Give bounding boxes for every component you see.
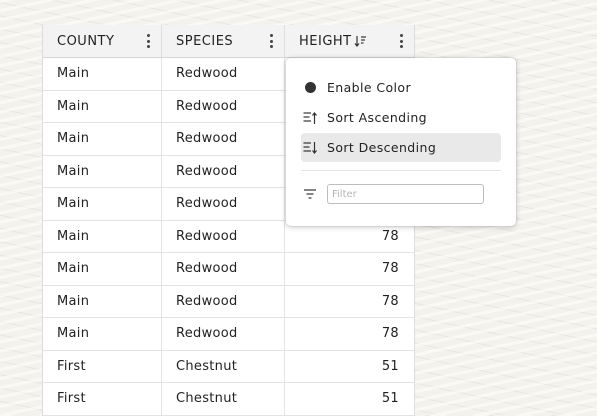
- column-header-species[interactable]: SPECIES: [162, 25, 285, 57]
- sort-ascending-icon: [303, 111, 317, 125]
- column-menu-icon[interactable]: [145, 33, 151, 49]
- species-cell[interactable]: Redwood: [162, 253, 285, 285]
- column-header-county[interactable]: COUNTY: [43, 25, 162, 57]
- county-cell[interactable]: Main: [43, 285, 162, 317]
- county-cell[interactable]: Main: [43, 90, 162, 122]
- county-cell[interactable]: Main: [43, 155, 162, 187]
- county-cell[interactable]: Main: [43, 253, 162, 285]
- column-menu-popup: Enable Color Sort Ascending Sort Descend…: [286, 58, 516, 226]
- column-menu-icon[interactable]: [268, 33, 274, 49]
- species-cell[interactable]: Redwood: [162, 188, 285, 220]
- sort-descending-menu-item[interactable]: Sort Descending: [301, 133, 501, 162]
- column-header-height[interactable]: HEIGHT: [285, 25, 414, 57]
- species-cell[interactable]: Redwood: [162, 285, 285, 317]
- table-row[interactable]: MainRedwood78: [43, 253, 414, 286]
- filled-circle-icon: [303, 81, 317, 95]
- species-cell[interactable]: Redwood: [162, 318, 285, 350]
- sort-descending-icon: [303, 141, 317, 155]
- table-row[interactable]: First Chestnut 51: [43, 383, 414, 416]
- height-cell[interactable]: 78: [285, 253, 414, 285]
- column-header-label: COUNTY: [57, 33, 115, 49]
- height-cell[interactable]: 78: [285, 318, 414, 350]
- table-row[interactable]: MainRedwood78: [43, 285, 414, 318]
- filter-input[interactable]: [327, 184, 484, 204]
- menu-item-label: Sort Ascending: [327, 110, 428, 125]
- table-row[interactable]: First Chestnut 51: [43, 350, 414, 383]
- species-cell[interactable]: Chestnut: [162, 383, 285, 415]
- enable-color-menu-item[interactable]: Enable Color: [301, 73, 501, 102]
- species-cell[interactable]: Redwood: [162, 123, 285, 155]
- county-cell[interactable]: Main: [43, 318, 162, 350]
- county-cell[interactable]: First: [43, 383, 162, 415]
- menu-divider: [301, 170, 501, 171]
- species-cell[interactable]: Redwood: [162, 220, 285, 252]
- grid-header: COUNTY SPECIES HEIGHT: [43, 25, 414, 58]
- county-cell[interactable]: First: [43, 350, 162, 382]
- menu-item-label: Enable Color: [327, 80, 411, 95]
- filter-row: [301, 184, 501, 204]
- table-row[interactable]: MainRedwood78: [43, 318, 414, 351]
- county-cell[interactable]: Main: [43, 123, 162, 155]
- height-cell[interactable]: 78: [285, 286, 414, 318]
- sort-descending-indicator-icon: [354, 36, 366, 47]
- column-header-label: SPECIES: [176, 33, 234, 49]
- county-cell[interactable]: Main: [43, 58, 162, 90]
- county-cell[interactable]: Main: [43, 220, 162, 252]
- species-cell[interactable]: Redwood: [162, 58, 285, 90]
- filter-icon: [303, 187, 317, 201]
- height-cell[interactable]: 51: [285, 351, 414, 383]
- column-header-label: HEIGHT: [299, 33, 352, 49]
- height-cell[interactable]: 51: [285, 383, 414, 415]
- species-cell[interactable]: Chestnut: [162, 350, 285, 382]
- county-cell[interactable]: Main: [43, 188, 162, 220]
- column-menu-icon[interactable]: [398, 33, 404, 49]
- species-cell[interactable]: Redwood: [162, 155, 285, 187]
- sort-ascending-menu-item[interactable]: Sort Ascending: [301, 103, 501, 132]
- species-cell[interactable]: Redwood: [162, 90, 285, 122]
- menu-item-label: Sort Descending: [327, 140, 437, 155]
